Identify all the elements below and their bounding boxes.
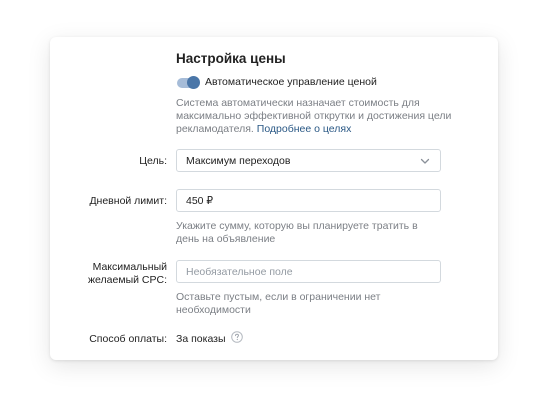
- payment-method-label: Способ оплаты:: [89, 333, 167, 345]
- goals-info-link[interactable]: Подробнее о целях: [257, 123, 352, 135]
- goal-select-value: Максимум переходов: [186, 154, 291, 167]
- description-line: рекламодателя. Подробнее о целях: [176, 123, 476, 136]
- section-title: Настройка цены: [176, 51, 286, 66]
- max-cpc-label: Максимальный желаемый CPC:: [88, 261, 167, 287]
- toggle-knob: [187, 76, 200, 89]
- hint-line: необходимости: [176, 304, 251, 316]
- auto-price-toggle-label[interactable]: Автоматическое управление ценой: [205, 76, 377, 88]
- goal-select[interactable]: Максимум переходов: [176, 149, 441, 172]
- daily-limit-hint: Укажите сумму, которую вы планируете тра…: [176, 220, 418, 246]
- description-line: Система автоматически назначает стоимост…: [176, 97, 420, 109]
- hint-line: день на объявление: [176, 233, 276, 245]
- max-cpc-hint: Оставьте пустым, если в ограничении нет …: [176, 291, 380, 317]
- hint-line: Оставьте пустым, если в ограничении нет: [176, 291, 381, 303]
- auto-price-description: Система автоматически назначает стоимост…: [176, 97, 476, 136]
- price-settings-card: Настройка цены Автоматическое управление…: [50, 37, 498, 360]
- daily-limit-input[interactable]: [176, 189, 441, 212]
- description-line: максимально эффективной открутки и дости…: [176, 110, 452, 122]
- goal-label: Цель:: [139, 155, 167, 167]
- hint-line: Укажите сумму, которую вы планируете тра…: [176, 220, 418, 232]
- daily-limit-label: Дневной лимит:: [89, 195, 167, 207]
- payment-method-value: За показы: [176, 333, 226, 345]
- max-cpc-label-line: Максимальный: [92, 261, 167, 273]
- max-cpc-input[interactable]: [176, 260, 441, 283]
- chevron-down-icon: [420, 158, 430, 164]
- auto-price-toggle[interactable]: [177, 76, 200, 89]
- description-line-text: рекламодателя.: [176, 123, 254, 135]
- help-icon[interactable]: [231, 331, 243, 343]
- max-cpc-label-line: желаемый CPC:: [88, 274, 167, 286]
